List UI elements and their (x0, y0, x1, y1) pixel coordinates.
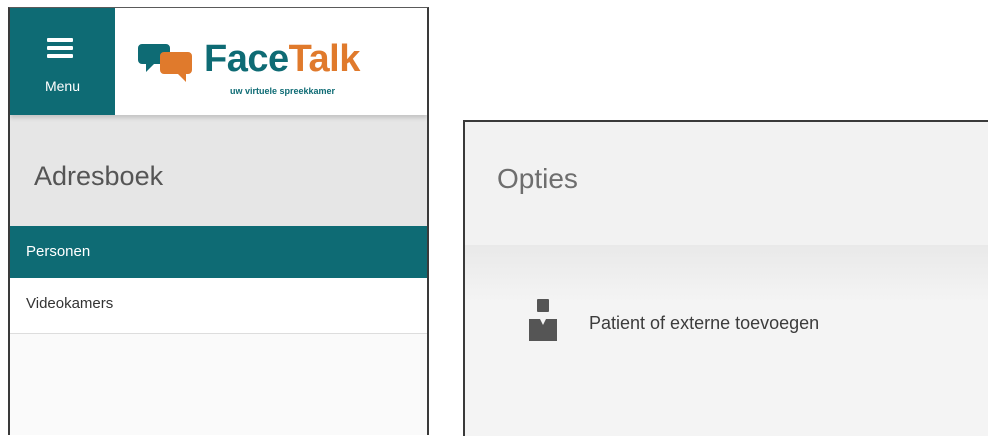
hamburger-icon (47, 38, 73, 58)
page-title-bar: Adresboek (10, 115, 427, 226)
menu-button[interactable]: Menu (10, 8, 115, 115)
address-book-panel: Menu FaceTalk uw virtuele spreekkamer Ad… (8, 7, 429, 435)
nav-item-personen[interactable]: Personen (10, 226, 427, 278)
options-panel: Opties Patient of externe toevoegen (463, 120, 988, 436)
chat-bubbles-icon (138, 44, 192, 82)
options-header: Opties (465, 122, 988, 245)
facetalk-logo: FaceTalk uw virtuele spreekkamer (138, 34, 368, 104)
menu-label: Menu (44, 78, 81, 94)
page-title: Adresboek (34, 161, 164, 191)
options-title: Opties (497, 163, 578, 194)
logo-wordmark: FaceTalk (204, 38, 360, 80)
nav-item-label: Personen (26, 243, 91, 260)
logo-tagline: uw virtuele spreekkamer (230, 86, 336, 96)
person-icon (529, 299, 557, 341)
nav-item-videokamers[interactable]: Videokamers (10, 278, 427, 334)
option-label: Patient of externe toevoegen (589, 313, 820, 333)
top-bar: Menu FaceTalk uw virtuele spreekkamer (10, 8, 427, 115)
nav-item-label: Videokamers (26, 295, 114, 312)
address-book-nav: Personen Videokamers (10, 226, 427, 334)
options-list: Patient of externe toevoegen (465, 245, 988, 436)
add-patient-option[interactable]: Patient of externe toevoegen (465, 285, 988, 375)
